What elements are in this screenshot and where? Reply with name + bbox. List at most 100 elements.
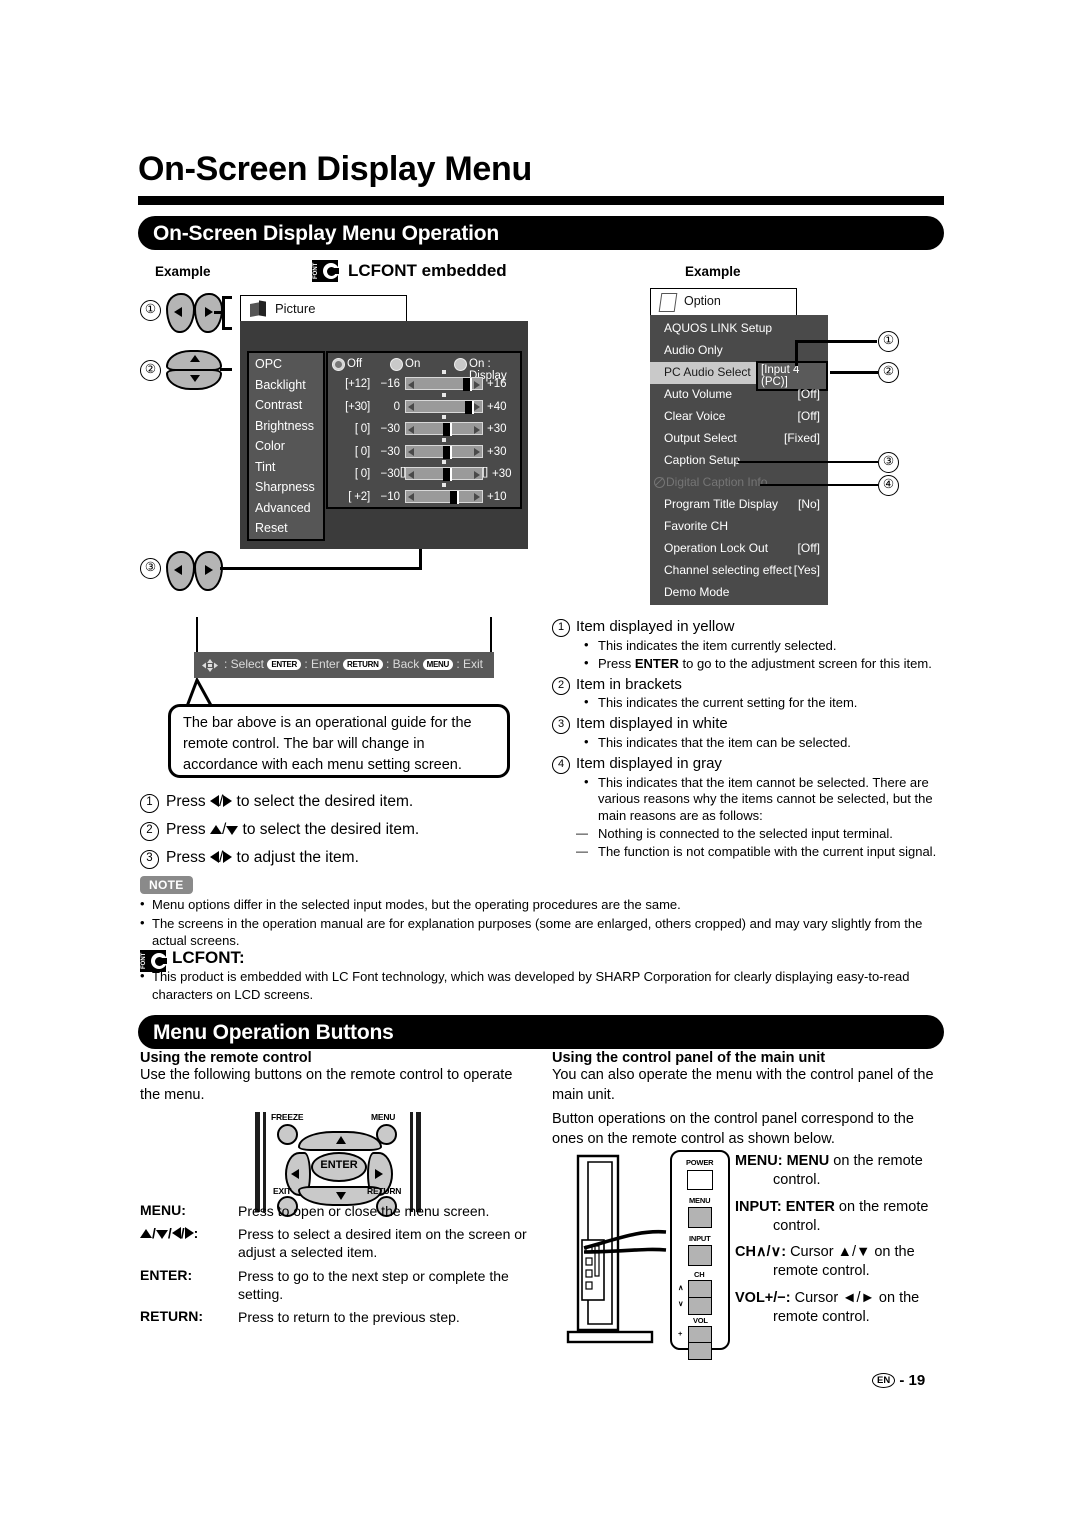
picture-icon bbox=[250, 300, 267, 317]
option-menu-row-label: Output Select bbox=[664, 431, 737, 445]
explanation-item: 4Item displayed in grayThis indicates th… bbox=[552, 755, 947, 861]
picture-menu-item-list[interactable]: OPC Backlight Contrast Brightness Color Tint S… bbox=[247, 351, 325, 541]
slider-knob[interactable] bbox=[449, 490, 459, 504]
explanation-heading: 3 Item displayed in white bbox=[552, 715, 947, 735]
option-menu-row[interactable]: Clear Voice [Off] bbox=[650, 406, 828, 428]
panel-section-body-1: You can also operate the menu with the c… bbox=[552, 1067, 934, 1103]
remote-rail-right bbox=[410, 1112, 413, 1212]
slider-track[interactable] bbox=[405, 399, 483, 414]
slider-max: +30 bbox=[487, 445, 507, 458]
option-menu-row[interactable]: Auto Volume [Off] bbox=[650, 384, 828, 406]
picture-menu-item[interactable]: Brightness bbox=[255, 419, 314, 433]
slider-knob[interactable] bbox=[443, 423, 452, 436]
slider-knob[interactable] bbox=[443, 445, 452, 459]
opc-radio-1[interactable] bbox=[390, 358, 403, 371]
picture-menu-item[interactable]: Reset bbox=[255, 521, 288, 535]
section-heading-operation-label: On-Screen Display Menu Operation bbox=[153, 222, 500, 245]
panel-mapping-continuation: remote control. bbox=[773, 1308, 870, 1325]
option-menu-row-value: [Fixed] bbox=[783, 431, 820, 445]
explanation-heading: 4 Item displayed in gray bbox=[552, 755, 947, 774]
panel-vol-minus-label: − bbox=[678, 1345, 683, 1354]
right-arrow-icon bbox=[184, 1227, 194, 1240]
picture-slider-row[interactable]: [ +2] −10 +10 bbox=[330, 482, 520, 507]
picture-slider-row[interactable]: [+12] −16 +16 bbox=[330, 370, 520, 394]
option-menu-list[interactable]: AQUOS LINK Setup Audio Only PC Audio Selec… bbox=[650, 315, 828, 605]
right-arrow-icon bbox=[223, 795, 233, 807]
picture-menu-item[interactable]: OPC bbox=[255, 357, 282, 371]
picture-menu-item[interactable]: Tint bbox=[255, 460, 275, 474]
option-menu-row[interactable]: Favorite CH bbox=[650, 516, 828, 538]
picture-slider-row[interactable]: [ 0] −30 +30 bbox=[330, 415, 520, 439]
note-item: Menu options differ in the selected inpu… bbox=[140, 895, 946, 914]
press-steps-list: 1 Press / to select the desired item. 2 Pre… bbox=[140, 790, 560, 873]
option-menu-row-value: [Off] bbox=[797, 387, 820, 401]
option-menu-row[interactable]: Program Title Display [No] bbox=[650, 494, 828, 516]
picture-slider-row[interactable]: [ 0] −30 +30 bbox=[330, 437, 520, 462]
slider-knob[interactable] bbox=[462, 378, 472, 391]
guide-menu-key: MENU bbox=[422, 658, 453, 670]
remote-enter-button[interactable]: ENTER bbox=[311, 1152, 367, 1182]
opc-option-row[interactable]: Off On On : Display bbox=[332, 356, 518, 382]
picture-menu-item[interactable]: Color bbox=[255, 439, 285, 453]
option-menu-row[interactable]: AQUOS LINK Setup bbox=[650, 318, 828, 340]
option-menu-row[interactable]: Demo Mode bbox=[650, 582, 828, 604]
panel-ch-up-button[interactable] bbox=[688, 1280, 712, 1298]
down-arrow-icon bbox=[155, 1230, 168, 1240]
panel-mapping-key: VOL+/−: bbox=[735, 1290, 795, 1307]
picture-slider-row[interactable]: [+30] 0 +40 bbox=[330, 392, 520, 417]
option-menu-row[interactable]: Audio Only bbox=[650, 340, 828, 362]
slider-min: −30 bbox=[380, 423, 400, 435]
option-menu-row[interactable]: Operation Lock Out [Off] bbox=[650, 538, 828, 560]
option-menu-row-label: Clear Voice bbox=[664, 409, 726, 423]
panel-power-button[interactable] bbox=[687, 1170, 713, 1190]
opc-radio-0[interactable] bbox=[332, 358, 345, 371]
option-menu-row[interactable]: Output Select [Fixed] bbox=[650, 428, 828, 450]
section-heading-buttons-label: Menu Operation Buttons bbox=[153, 1021, 394, 1044]
lcfont-embedded-label: LCFONT embedded bbox=[348, 261, 507, 280]
slider-right-arrow-icon bbox=[474, 425, 480, 434]
option-menu-row[interactable]: Channel selecting effect [Yes] bbox=[650, 560, 828, 582]
picture-slider-row[interactable]: [ 0] −30[][] +30 bbox=[330, 460, 520, 484]
option-menu-row-value: [No] bbox=[797, 497, 820, 511]
panel-ch-down-button[interactable] bbox=[688, 1297, 712, 1315]
remote-up-button[interactable] bbox=[298, 1131, 382, 1151]
slider-track[interactable] bbox=[405, 489, 483, 504]
option-menu-row-label: Program Title Display bbox=[664, 497, 779, 511]
explanation-heading: 1 Item displayed in yellow bbox=[552, 618, 947, 637]
guide-enter-label: : Enter bbox=[304, 657, 340, 671]
slider-track[interactable] bbox=[405, 467, 483, 481]
explanation-item: 2Item in bracketsThis indicates the curr… bbox=[552, 676, 947, 713]
page-footer: EN - 19 bbox=[872, 1372, 925, 1389]
left-arrow-icon bbox=[171, 1227, 181, 1240]
page-title: On-Screen Display Menu bbox=[138, 150, 532, 188]
panel-menu-button[interactable] bbox=[688, 1207, 712, 1228]
section-heading-buttons: Menu Operation Buttons bbox=[138, 1015, 944, 1049]
slider-center-tick bbox=[442, 437, 446, 442]
slider-track[interactable] bbox=[405, 377, 483, 391]
option-menu-row-label: Audio Only bbox=[664, 343, 723, 357]
right-arrow-pad-3 bbox=[194, 551, 223, 591]
opc-radio-2[interactable] bbox=[454, 358, 467, 371]
option-menu-tab[interactable]: Option bbox=[650, 288, 797, 316]
picture-menu-item[interactable]: Sharpness bbox=[255, 480, 315, 494]
panel-mapping-item: MENU: MENU on the remote control. bbox=[735, 1152, 947, 1190]
explanation-heading: 2 Item in brackets bbox=[552, 676, 947, 695]
picture-menu-item[interactable]: Contrast bbox=[255, 398, 302, 412]
picture-menu-item[interactable]: Backlight bbox=[255, 378, 306, 392]
picture-menu-item[interactable]: Advanced bbox=[255, 501, 311, 515]
option-menu-row[interactable]: PC Audio Select [Input 4 (PC)] bbox=[650, 361, 828, 391]
callout-2-right: ② bbox=[878, 362, 899, 383]
picture-menu-tab-label: Picture bbox=[275, 301, 316, 316]
panel-input-button[interactable] bbox=[688, 1245, 712, 1266]
explanation-number: 2 bbox=[552, 676, 570, 695]
key-table-description: Press to open or close the menu screen. bbox=[238, 1203, 490, 1219]
slider-knob[interactable] bbox=[443, 468, 452, 481]
slider-right-arrow-icon bbox=[474, 380, 480, 389]
slider-track[interactable] bbox=[405, 422, 483, 436]
option-menu-row-label: Auto Volume bbox=[664, 387, 733, 401]
panel-vol-down-button[interactable] bbox=[688, 1342, 712, 1360]
slider-knob[interactable] bbox=[465, 400, 475, 414]
remote-freeze-button[interactable] bbox=[277, 1124, 298, 1145]
slider-track[interactable] bbox=[405, 444, 483, 459]
picture-menu-tab[interactable]: Picture bbox=[240, 295, 407, 324]
